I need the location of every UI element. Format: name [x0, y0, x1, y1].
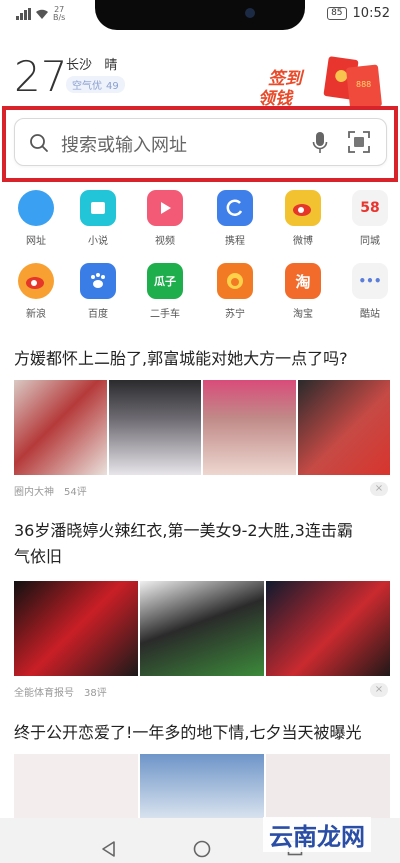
city-weather[interactable]: 长沙 晴	[66, 54, 117, 73]
app-label: 视频	[155, 236, 175, 247]
news-thumbnail	[203, 380, 296, 475]
news-image-row[interactable]	[14, 380, 390, 475]
network-speed: 27 B/s	[53, 5, 66, 22]
browser-home-screen: 27 B/s 85 10:52 27 长沙 晴 空气优 49 888 签到 领钱 …	[0, 0, 400, 863]
weibo-icon	[285, 190, 321, 226]
book-icon	[80, 190, 116, 226]
more-icon: •••	[352, 263, 388, 299]
news-headline-line1: 36岁潘晓婷火辣红衣,第一美女9-2大胜,3连击霸	[14, 521, 353, 540]
status-left: 27 B/s	[16, 6, 65, 22]
app-grid-row-1: 网址 小说 视频 携程 微博 58 同城	[0, 190, 400, 260]
search-icon	[30, 134, 48, 152]
ctrip-icon	[217, 190, 253, 226]
status-right: 85 10:52	[327, 6, 390, 21]
news-thumbnail	[266, 581, 390, 676]
app-shortcut-ctrip[interactable]: 携程	[205, 190, 265, 247]
app-label: 百度	[88, 309, 108, 320]
app-label: 新浪	[26, 309, 46, 320]
app-shortcut-more[interactable]: ••• 酷站	[340, 263, 400, 320]
play-icon	[147, 190, 183, 226]
news-thumbnail	[108, 380, 201, 475]
app-shortcut-novel[interactable]: 小说	[68, 190, 128, 247]
watermark-logo: 云南龙网	[263, 817, 371, 852]
search-placeholder: 搜索或输入网址	[61, 135, 187, 156]
58-icon: 58	[352, 190, 388, 226]
news-comments: 54评	[64, 487, 87, 498]
signal-icon	[16, 8, 31, 20]
clock: 10:52	[352, 6, 390, 21]
guazi-icon: 瓜子	[147, 263, 183, 299]
home-icon[interactable]	[193, 840, 211, 858]
news-thumbnail	[14, 380, 107, 475]
app-label: 小说	[88, 236, 108, 247]
app-label: 微博	[293, 236, 313, 247]
dismiss-news-icon[interactable]: ×	[370, 683, 388, 697]
news-thumbnail	[140, 754, 264, 818]
news-thumbnail	[14, 754, 138, 818]
news-headline[interactable]: 终于公开恋爱了!一年多的地下情,七夕当天被曝光	[14, 720, 362, 746]
camera-icon	[245, 8, 255, 18]
city-name: 长沙	[66, 58, 93, 73]
news-image-row[interactable]	[14, 754, 390, 818]
news-image-row[interactable]	[14, 581, 390, 676]
news-source: 圈内大神	[14, 487, 54, 498]
envelope-text: 888	[356, 80, 372, 89]
app-label: 淘宝	[293, 309, 313, 320]
back-icon[interactable]	[100, 840, 118, 858]
app-label: 苏宁	[225, 309, 245, 320]
temperature[interactable]: 27	[14, 52, 67, 101]
app-shortcut-url[interactable]: 网址	[6, 190, 66, 247]
battery-icon: 85	[327, 7, 347, 20]
wifi-icon	[36, 9, 48, 19]
app-shortcut-baidu[interactable]: 百度	[68, 263, 128, 320]
news-comments: 38评	[84, 688, 107, 699]
app-label: 酷站	[360, 309, 380, 320]
news-meta: 圈内大神 54评	[14, 483, 87, 498]
air-quality-label: 空气优	[72, 81, 102, 92]
app-label: 网址	[26, 236, 46, 247]
news-thumbnail	[140, 581, 264, 676]
app-label: 同城	[360, 236, 380, 247]
news-headline[interactable]: 方媛都怀上二胎了,郭富城能对她大方一点了吗?	[14, 346, 348, 372]
news-thumbnail	[266, 754, 390, 818]
aqi-value: 49	[106, 81, 119, 92]
news-headline-line2: 气依旧	[14, 547, 63, 566]
app-shortcut-guazi[interactable]: 瓜子 二手车	[135, 263, 195, 320]
air-quality-badge[interactable]: 空气优 49	[66, 76, 125, 93]
weather-condition: 晴	[104, 58, 118, 73]
mic-icon[interactable]	[312, 131, 328, 155]
app-shortcut-weibo[interactable]: 微博	[273, 190, 333, 247]
camera-notch	[95, 0, 305, 30]
baidu-icon	[80, 263, 116, 299]
taobao-icon: 淘	[285, 263, 321, 299]
globe-icon	[18, 190, 54, 226]
news-source: 全能体育报号	[14, 688, 74, 699]
news-thumbnail	[14, 581, 138, 676]
suning-icon	[217, 263, 253, 299]
status-bar: 27 B/s 85 10:52	[0, 0, 400, 30]
app-shortcut-taobao[interactable]: 淘 淘宝	[273, 263, 333, 320]
app-shortcut-suning[interactable]: 苏宁	[205, 263, 265, 320]
signin-promo-banner[interactable]: 888 签到 领钱	[238, 46, 388, 110]
app-shortcut-58[interactable]: 58 同城	[340, 190, 400, 247]
dismiss-news-icon[interactable]: ×	[370, 482, 388, 496]
app-label: 携程	[225, 236, 245, 247]
app-label: 二手车	[150, 309, 180, 320]
search-bar[interactable]: 搜索或输入网址	[14, 118, 387, 166]
sina-icon	[18, 263, 54, 299]
app-shortcut-sina[interactable]: 新浪	[6, 263, 66, 320]
scan-icon[interactable]	[348, 131, 370, 153]
app-grid-row-2: 新浪 百度 瓜子 二手车 苏宁 淘 淘宝 ••• 酷站	[0, 263, 400, 333]
news-meta: 全能体育报号 38评	[14, 684, 107, 699]
app-shortcut-video[interactable]: 视频	[135, 190, 195, 247]
news-thumbnail	[297, 380, 390, 475]
news-headline[interactable]: 36岁潘晓婷火辣红衣,第一美女9-2大胜,3连击霸 气依旧	[14, 518, 353, 570]
